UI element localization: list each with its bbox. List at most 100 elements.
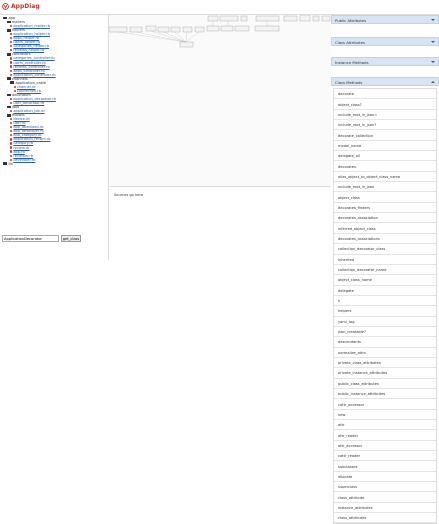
- method-list-item[interactable]: allocate: [334, 472, 436, 483]
- method-list-item[interactable]: inherited: [334, 255, 436, 265]
- method-list-item[interactable]: object_class_name: [334, 275, 436, 286]
- sources-panel: Sources go here: [114, 193, 144, 197]
- ruby-file-icon: [10, 126, 13, 129]
- method-list-item[interactable]: object_class: [334, 192, 436, 203]
- ruby-file-icon: [10, 37, 13, 40]
- method-list-item[interactable]: instance_attributes: [334, 503, 436, 514]
- folder-icon: [6, 77, 11, 81]
- ruby-file-icon: [10, 61, 13, 64]
- get-class-button[interactable]: get_class: [61, 235, 81, 242]
- ruby-file-icon: [10, 97, 13, 101]
- tree-item-label: lib: [8, 161, 13, 166]
- method-list-item[interactable]: model_name: [334, 141, 436, 152]
- folder-icon: [6, 113, 11, 117]
- ruby-file-icon: [10, 41, 13, 44]
- ruby-file-icon: [10, 130, 13, 133]
- method-list-item[interactable]: attr_reader: [334, 430, 436, 441]
- public-attributes-header[interactable]: Public Attributes: [331, 15, 439, 24]
- class-diagram[interactable]: [109, 15, 331, 187]
- class-methods-list: decorate object_class? include_root_in_jso…: [333, 88, 437, 524]
- method-list-item[interactable]: decorate_collection: [334, 130, 436, 141]
- ruby-file-icon: [10, 118, 13, 121]
- file-tree: app mailers application_mailer.rb helpers ap…: [3, 16, 107, 166]
- method-list-item[interactable]: class_attributes: [334, 513, 436, 524]
- ruby-file-icon: [10, 49, 13, 52]
- method-list-item[interactable]: attr_accessor: [334, 441, 436, 452]
- folder-icon: [6, 53, 11, 56]
- ruby-file-icon: [10, 65, 13, 68]
- method-list-item[interactable]: class_attribute: [334, 492, 436, 503]
- method-list-item[interactable]: yaml_tag: [334, 317, 436, 327]
- method-list-item[interactable]: cattr_reader: [334, 451, 436, 462]
- panel-instance-methods: Instance Methods: [331, 57, 439, 66]
- folder-icon: [10, 81, 14, 85]
- method-list-item[interactable]: new: [334, 410, 436, 420]
- instance-methods-label: Instance Methods: [335, 60, 369, 66]
- ruby-file-icon: [10, 110, 13, 113]
- method-list-item[interactable]: normalize_attrs: [334, 348, 436, 358]
- ruby-file-icon: [10, 138, 13, 141]
- method-list-item[interactable]: cattr_accessor: [334, 399, 436, 410]
- method-list-item[interactable]: private_class_attributes: [334, 358, 436, 369]
- method-list-item[interactable]: include_root_in_json?: [334, 120, 436, 131]
- method-list-item[interactable]: attr: [334, 420, 436, 431]
- method-list-item[interactable]: private_instance_attributes: [334, 368, 436, 379]
- method-list-item[interactable]: subclasses: [334, 461, 436, 472]
- method-list-item[interactable]: helpers: [334, 306, 436, 317]
- method-list-item[interactable]: decorates_finders: [334, 203, 436, 214]
- top-bar: AppDiag: [0, 0, 439, 15]
- method-list-item[interactable]: delegate: [334, 286, 436, 296]
- tree-item-label[interactable]: developer.rb: [13, 158, 35, 162]
- method-list-item[interactable]: collection_decorator_name: [334, 265, 436, 276]
- ruby-file-icon: [10, 57, 13, 60]
- ruby-file-icon: [10, 73, 13, 76]
- method-list-item[interactable]: public_class_attributes: [334, 379, 436, 389]
- method-list-item[interactable]: delegate_all: [334, 151, 436, 162]
- method-list-item[interactable]: decorates_associations: [334, 234, 436, 245]
- folder-icon: [6, 105, 11, 109]
- chevron-up-icon: [431, 80, 435, 83]
- ruby-file-icon: [10, 122, 13, 125]
- class-name-input[interactable]: [2, 235, 59, 242]
- method-list-item[interactable]: descendants: [334, 337, 436, 348]
- method-list-item[interactable]: json_creatable?: [334, 327, 436, 338]
- panel-class-methods: Class Methods: [331, 77, 439, 86]
- app-title: AppDiag: [11, 3, 40, 10]
- folder-icon: [6, 20, 11, 24]
- folder-icon: [6, 28, 11, 32]
- ruby-file-icon: [10, 69, 13, 72]
- method-list-item[interactable]: decorates_association: [334, 213, 436, 224]
- logo-icon: [2, 3, 9, 10]
- class-methods-header[interactable]: Class Methods: [331, 77, 439, 86]
- method-list-item[interactable]: superclass: [334, 482, 436, 493]
- tree-folder[interactable]: lib: [3, 162, 107, 166]
- folder-icon: [6, 93, 11, 97]
- method-list-item[interactable]: alias_object_to_object_class_name: [334, 172, 436, 183]
- class-methods-label: Class Methods: [335, 80, 363, 86]
- ruby-file-icon: [10, 33, 13, 36]
- public-attributes-label: Public Attributes: [335, 18, 367, 24]
- method-list-item[interactable]: include_root_in_json=: [334, 110, 436, 121]
- chevron-down-icon: [431, 40, 435, 43]
- ruby-file-icon: [10, 134, 13, 137]
- method-list-item[interactable]: decorate: [334, 89, 436, 100]
- method-list-item[interactable]: collection_decorator_class: [334, 244, 436, 255]
- method-list-item[interactable]: decorates: [334, 161, 436, 172]
- chevron-down-icon: [431, 18, 435, 21]
- ruby-file-icon: [10, 25, 13, 28]
- ruby-file-icon: [10, 146, 13, 149]
- app-logo[interactable]: AppDiag: [2, 3, 40, 10]
- method-list-item[interactable]: include_root_in_json: [334, 182, 436, 193]
- panel-class-attributes: Class Attributes: [331, 37, 439, 46]
- ruby-file-icon: [13, 85, 16, 88]
- method-list-item[interactable]: object_class?: [334, 99, 436, 110]
- class-search: get_class: [2, 235, 81, 242]
- panel-public-attributes: Public Attributes: [331, 15, 439, 24]
- diagram-canvas: [109, 15, 331, 48]
- ruby-file-icon: [10, 154, 13, 157]
- method-list-item[interactable]: public_instance_attributes: [334, 389, 436, 400]
- method-list-item[interactable]: inferred_object_class: [334, 223, 436, 234]
- instance-methods-header[interactable]: Instance Methods: [331, 57, 439, 66]
- method-list-item[interactable]: h: [334, 296, 436, 307]
- class-attributes-header[interactable]: Class Attributes: [331, 37, 439, 46]
